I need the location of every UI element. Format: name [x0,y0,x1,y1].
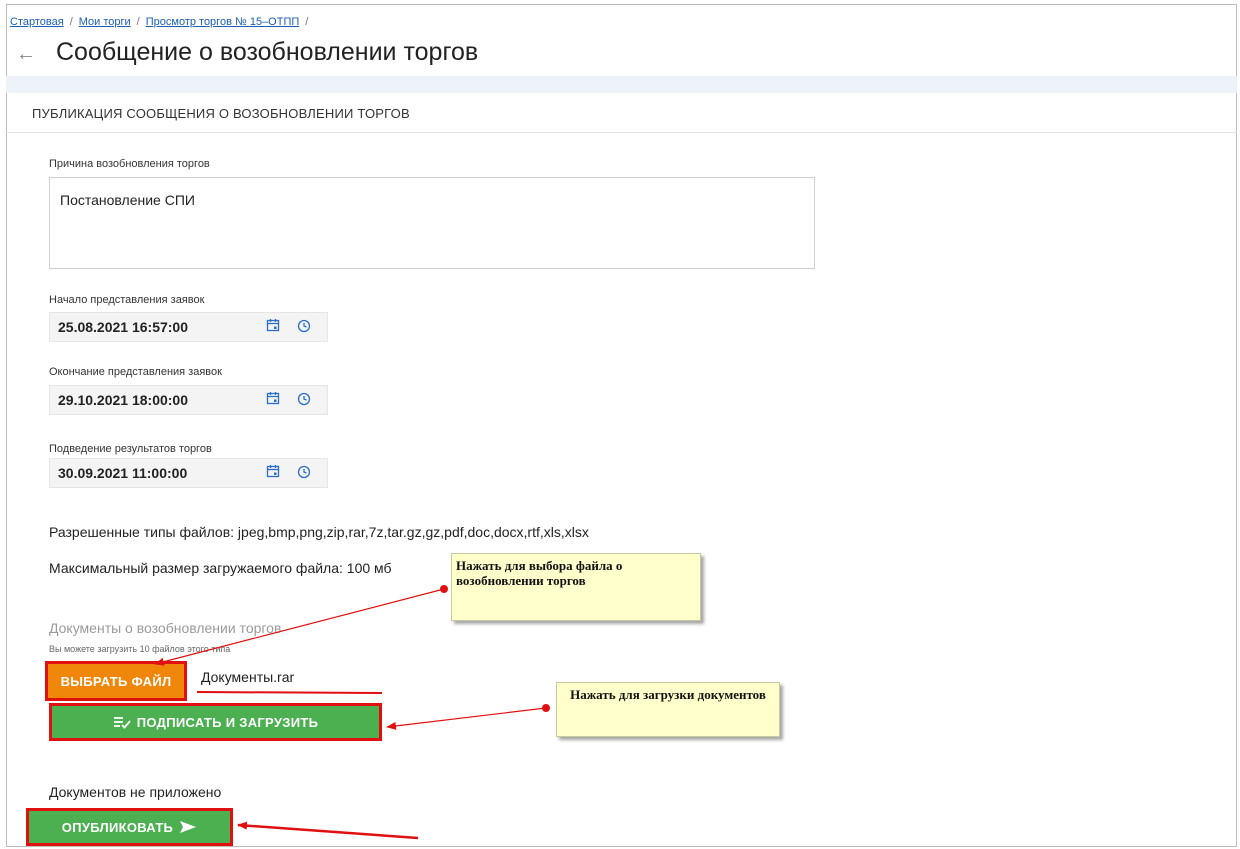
calendar-icon[interactable] [266,391,280,405]
send-icon [180,821,197,833]
reason-value: Постановление СПИ [60,192,195,208]
sign-icon [113,717,131,729]
selected-file-name: Документы.rar [201,669,295,685]
start-date-value: 25.08.2021 16:57:00 [58,319,188,335]
documents-title: Документы о возобновлении торгов [49,620,282,636]
publish-label: ОПУБЛИКОВАТЬ [61,819,174,835]
results-date-field[interactable]: 30.09.2021 11:00:00 [49,458,328,488]
start-date-label: Начало представления заявок [49,294,205,306]
breadcrumb-trade-view[interactable]: Просмотр торгов № 15–ОТПП [146,16,300,28]
page-title: Сообщение о возобновлении торгов [56,38,479,66]
breadcrumb-my-trades[interactable]: Мои торги [79,16,131,28]
section-title: ПУБЛИКАЦИЯ СООБЩЕНИЯ О ВОЗОБНОВЛЕНИИ ТОР… [32,106,410,121]
annotation-note-choose-file: Нажать для выбора файла о возобновлении … [451,553,701,621]
documents-note: Вы можете загрузить 10 файлов этого типа [49,644,231,654]
choose-file-label: ВЫБРАТЬ ФАЙЛ [60,673,172,689]
end-date-field[interactable]: 29.10.2021 18:00:00 [49,385,328,415]
reason-textarea[interactable]: Постановление СПИ [49,177,815,269]
breadcrumb: Стартовая / Мои торги / Просмотр торгов № 15… [10,16,314,28]
sign-and-upload-button[interactable]: ПОДПИСАТЬ И ЗАГРУЗИТЬ [49,703,382,741]
end-date-value: 29.10.2021 18:00:00 [58,392,188,408]
calendar-icon[interactable] [266,464,280,478]
reason-label: Причина возобновления торгов [49,158,210,170]
allowed-file-types: Разрешенные типы файлов: jpeg,bmp,png,zi… [49,524,589,540]
no-documents-text: Документов не приложено [49,784,222,800]
breadcrumb-home[interactable]: Стартовая [10,16,64,28]
end-date-label: Окончание представления заявок [49,366,222,378]
annotation-note-upload: Нажать для загрузки документов [556,682,780,737]
breadcrumb-separator: / [305,16,309,28]
start-date-field[interactable]: 25.08.2021 16:57:00 [49,312,328,342]
header-band [6,76,1237,93]
results-date-label: Подведение результатов торгов [49,443,212,455]
clock-icon[interactable] [297,319,311,333]
sign-and-upload-label: ПОДПИСАТЬ И ЗАГРУЗИТЬ [136,714,319,730]
max-file-size: Максимальный размер загружаемого файла: … [49,560,392,576]
choose-file-button[interactable]: ВЫБРАТЬ ФАЙЛ [45,661,187,701]
back-arrow-icon[interactable]: ← [16,44,36,64]
breadcrumb-separator: / [69,16,73,28]
calendar-icon[interactable] [266,318,280,332]
results-date-value: 30.09.2021 11:00:00 [58,465,188,481]
clock-icon[interactable] [297,392,311,406]
breadcrumb-separator: / [136,16,140,28]
section-divider [6,132,1237,133]
clock-icon[interactable] [297,465,311,479]
publish-button[interactable]: ОПУБЛИКОВАТЬ [26,808,233,846]
